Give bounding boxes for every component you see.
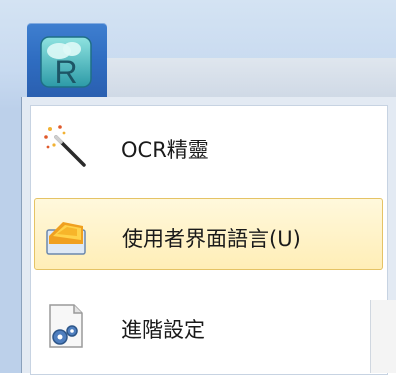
magic-wand-icon — [44, 125, 86, 167]
menu-item-label: OCR精靈 — [121, 138, 209, 162]
application-menu-button[interactable]: R — [27, 23, 107, 97]
menu-item-ocr-wizard[interactable]: OCR精靈 — [34, 110, 383, 182]
menu-item-label: 進階設定 — [121, 318, 205, 342]
logo-letter: R — [54, 54, 77, 89]
ribbon-tab-strip — [107, 58, 396, 99]
application-menu-list: OCR精靈 使用者界面語言(U) 進階設定 — [30, 105, 388, 375]
menu-item-label: 使用者界面語言(U) — [122, 227, 301, 251]
application-menu: OCR精靈 使用者界面語言(U) 進階設定 — [21, 97, 396, 375]
recent-documents-pane-edge — [370, 300, 396, 373]
menu-item-advanced-settings[interactable]: 進階設定 — [34, 290, 383, 362]
settings-document-icon — [49, 304, 83, 348]
menu-item-ui-language[interactable]: 使用者界面語言(U) — [34, 198, 383, 270]
cloud-r-logo-icon: R — [40, 36, 92, 89]
language-folder-icon — [46, 222, 86, 255]
